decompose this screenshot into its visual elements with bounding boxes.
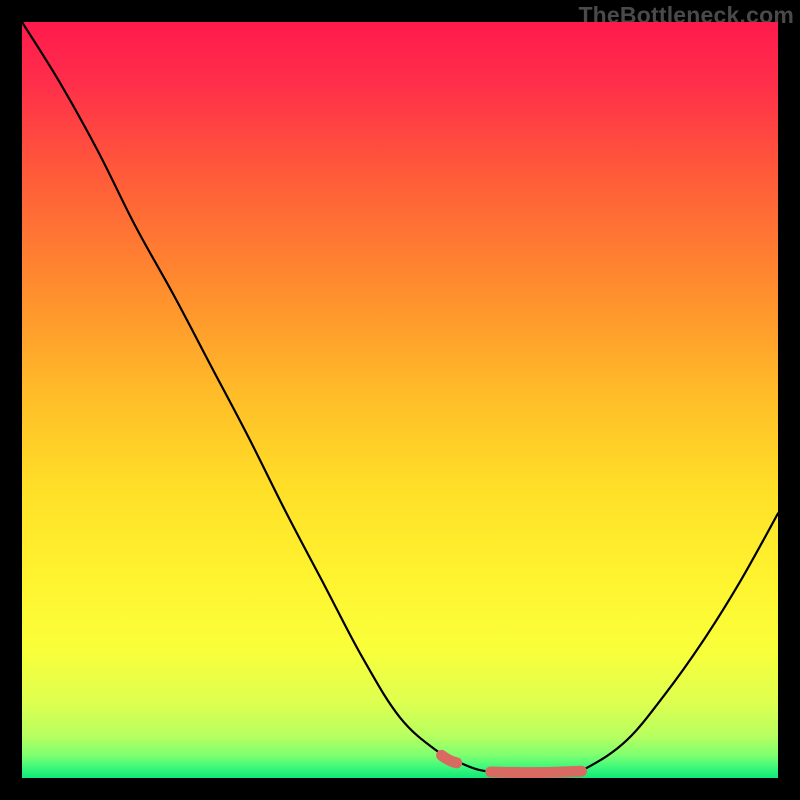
chart-frame: TheBottleneck.com bbox=[0, 0, 800, 800]
plot-area bbox=[22, 22, 778, 778]
chart-svg bbox=[22, 22, 778, 778]
highlight-segment bbox=[491, 771, 582, 772]
gradient-background bbox=[22, 22, 778, 778]
highlight-segment bbox=[442, 755, 457, 763]
